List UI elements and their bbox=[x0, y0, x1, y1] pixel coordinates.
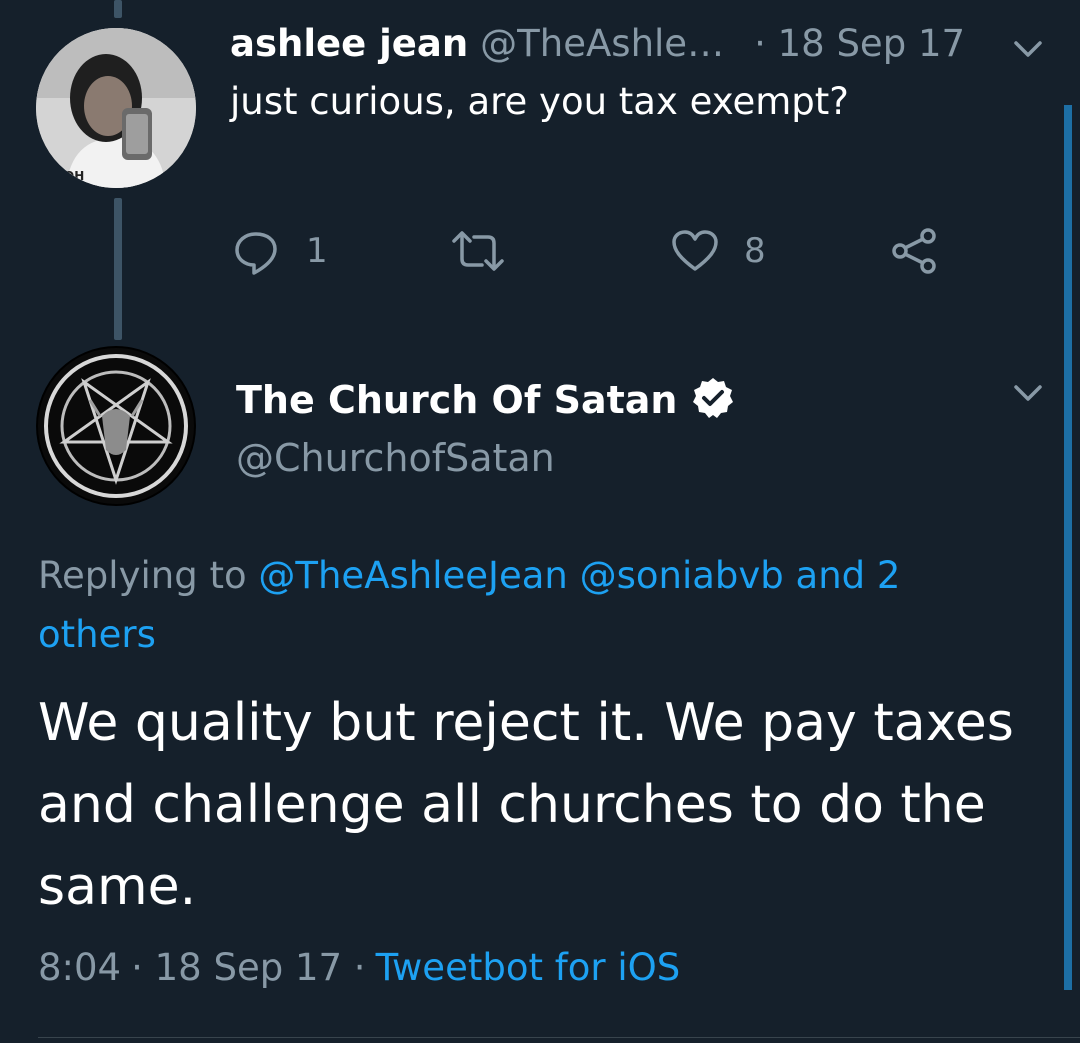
sigil-logo bbox=[38, 348, 194, 504]
avatar[interactable] bbox=[36, 346, 196, 506]
retweet-icon bbox=[450, 227, 506, 275]
parent-tweet-text: just curious, are you tax exempt? bbox=[230, 80, 849, 123]
reply-count: 1 bbox=[306, 231, 328, 271]
author-name[interactable]: ashlee jean bbox=[230, 22, 468, 65]
tweet-date: · 18 Sep 17 · bbox=[131, 946, 366, 989]
tweet-source-link[interactable]: Tweetbot for iOS bbox=[376, 946, 681, 989]
replying-to: Replying to @TheAshleeJean @soniabvb and… bbox=[38, 546, 1028, 664]
author-name[interactable]: The Church Of Satan bbox=[236, 378, 677, 422]
tweet-meta: 8:04 · 18 Sep 17 · Tweetbot for iOS bbox=[38, 946, 680, 989]
chevron-down-icon[interactable] bbox=[1010, 378, 1046, 412]
author-handle[interactable]: @ChurchofSatan bbox=[236, 436, 555, 480]
author-handle[interactable]: @TheAshle… bbox=[480, 22, 724, 65]
retweet-button[interactable] bbox=[450, 226, 516, 276]
like-count: 8 bbox=[744, 231, 766, 271]
replying-prefix: Replying to bbox=[38, 554, 247, 597]
replying-others-link[interactable]: others bbox=[38, 605, 1028, 664]
tweet-date[interactable]: · 18 Sep 17 bbox=[754, 22, 965, 65]
divider bbox=[38, 1037, 1080, 1038]
main-tweet-name-row: The Church Of Satan bbox=[236, 372, 735, 428]
like-button[interactable]: 8 bbox=[670, 226, 766, 276]
share-icon bbox=[890, 226, 940, 276]
replying-users-link[interactable]: @TheAshleeJean @soniabvb and 2 bbox=[258, 554, 900, 597]
main-tweet-text: We quality but reject it. We pay taxes a… bbox=[38, 693, 1014, 917]
parent-tweet-header: ashlee jean @TheAshle… · 18 Sep 17 bbox=[230, 22, 1020, 72]
avatar-shirt-text: OH bbox=[64, 169, 84, 183]
thread-line-top bbox=[114, 0, 122, 18]
avatar-photo: OH bbox=[36, 28, 196, 188]
tweet-time: 8:04 bbox=[38, 946, 122, 989]
like-icon bbox=[670, 227, 720, 275]
reply-icon bbox=[232, 227, 280, 275]
verified-icon bbox=[691, 376, 735, 424]
thread-line-bottom bbox=[114, 198, 122, 340]
reply-button[interactable]: 1 bbox=[232, 226, 328, 276]
share-button[interactable] bbox=[890, 226, 940, 276]
avatar[interactable]: OH bbox=[36, 28, 196, 188]
scroll-indicator[interactable] bbox=[1064, 105, 1072, 990]
chevron-down-icon[interactable] bbox=[1010, 34, 1046, 68]
